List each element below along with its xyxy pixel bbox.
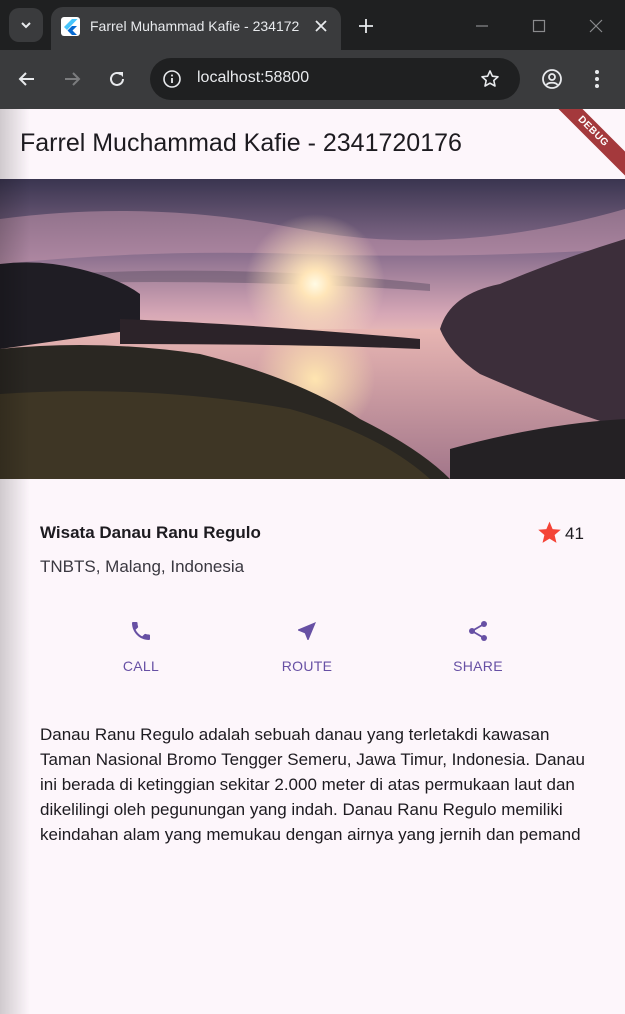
forward-icon[interactable] — [58, 65, 86, 93]
url-text: localhost:58800 — [197, 69, 310, 86]
more-menu-icon[interactable] — [583, 65, 611, 93]
share-button[interactable]: SHARE — [428, 617, 528, 687]
new-tab-icon[interactable] — [353, 13, 379, 39]
navigation-icon — [293, 617, 321, 645]
browser-tab-bar: Farrel Muhammad Kafie - 2341720176 — [0, 0, 625, 50]
minimize-icon[interactable] — [470, 14, 494, 38]
chevron-down-icon — [21, 22, 31, 29]
site-info-icon[interactable] — [161, 68, 183, 90]
star-icon — [538, 521, 561, 543]
debug-banner: DEBUG — [544, 109, 625, 180]
address-bar[interactable]: localhost:58800 — [150, 58, 520, 100]
call-button[interactable]: CALL — [91, 617, 191, 687]
browser-tab[interactable]: Farrel Muhammad Kafie - 2341720176 — [51, 7, 341, 50]
close-window-icon[interactable] — [584, 14, 608, 38]
reload-icon[interactable] — [103, 65, 131, 93]
share-label: SHARE — [453, 658, 503, 674]
route-label: ROUTE — [281, 658, 333, 674]
app-bar-title: Farrel Muchammad Kafie - 2341720176 — [20, 129, 462, 157]
app-viewport: Farrel Muchammad Kafie - 2341720176 DEBU… — [0, 109, 625, 1014]
call-label: CALL — [122, 658, 160, 674]
place-description: Danau Ranu Regulo adalah sebuah danau ya… — [40, 725, 585, 844]
lake-sunset-image — [0, 179, 625, 479]
bookmark-star-icon[interactable] — [478, 67, 502, 91]
back-icon[interactable] — [13, 65, 41, 93]
tab-search-button[interactable] — [9, 8, 43, 42]
route-button[interactable]: ROUTE — [257, 617, 357, 687]
phone-icon — [127, 617, 155, 645]
flutter-favicon-icon — [61, 17, 80, 36]
maximize-icon[interactable] — [527, 14, 551, 38]
share-icon — [464, 617, 492, 645]
profile-icon[interactable] — [538, 65, 566, 93]
place-location: TNBTS, Malang, Indonesia — [40, 557, 245, 576]
browser-toolbar: localhost:58800 — [0, 50, 625, 109]
rating-count: 41 — [565, 524, 584, 543]
place-name: Wisata Danau Ranu Regulo — [40, 523, 261, 542]
tab-title: Farrel Muhammad Kafie - 2341720176 — [90, 18, 300, 34]
close-tab-icon[interactable] — [311, 16, 331, 36]
